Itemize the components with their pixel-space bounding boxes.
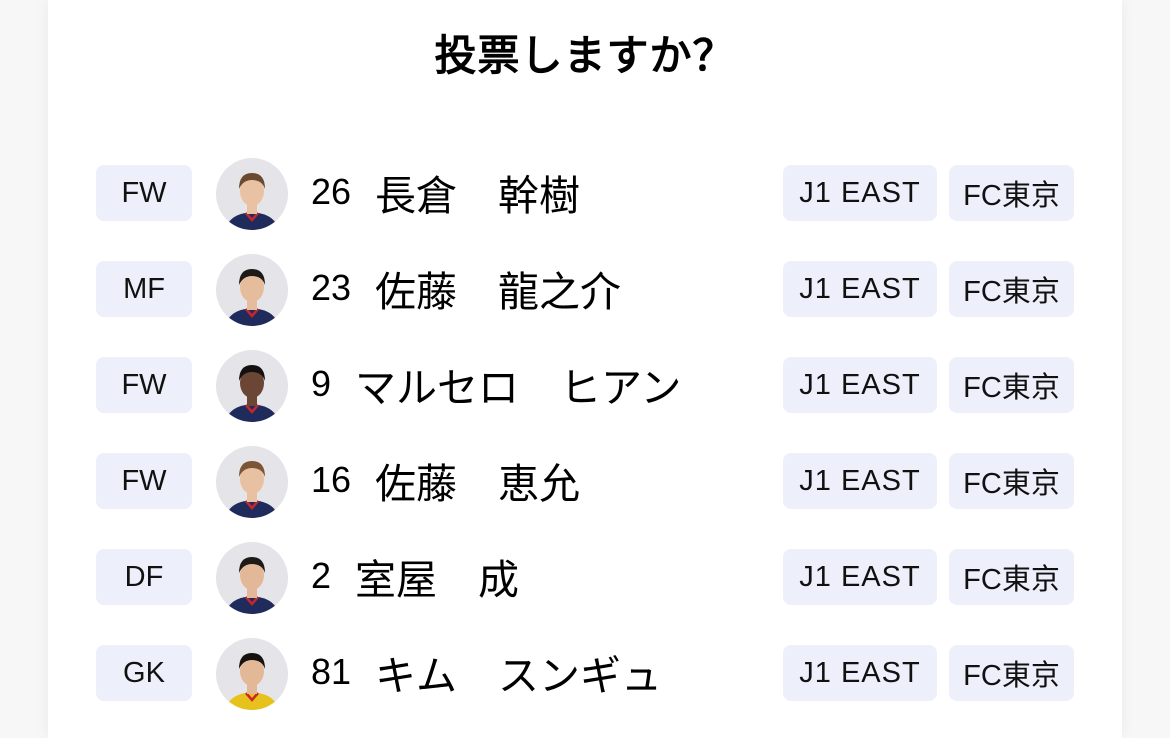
position-badge: MF bbox=[96, 261, 192, 317]
player-name-block: 16 佐藤 恵允 bbox=[311, 448, 580, 512]
player-portrait-icon bbox=[226, 173, 278, 230]
league-badge: J1 EAST bbox=[783, 645, 937, 701]
player-name: 佐藤 龍之介 bbox=[375, 268, 622, 316]
player-number: 81 bbox=[311, 651, 352, 692]
league-badge: J1 EAST bbox=[783, 549, 937, 605]
player-portrait-icon bbox=[226, 653, 278, 710]
player-row[interactable]: FW 26 長倉 幹樹 J1 EAST FC東京 bbox=[48, 144, 1122, 240]
club-badge: FC東京 bbox=[949, 261, 1074, 317]
player-list: FW 26 長倉 幹樹 J1 EAST FC東京 MF 23 佐藤 龍之介 J1… bbox=[48, 144, 1122, 720]
player-avatar bbox=[216, 254, 288, 326]
player-name: キム スンギュ bbox=[375, 652, 663, 700]
position-badge: DF bbox=[96, 549, 192, 605]
league-badge: J1 EAST bbox=[783, 261, 937, 317]
player-name-block: 81 キム スンギュ bbox=[311, 640, 662, 704]
league-badge: J1 EAST bbox=[783, 165, 937, 221]
player-avatar bbox=[216, 446, 288, 518]
player-name: マルセロ ヒアン bbox=[355, 364, 682, 412]
player-row[interactable]: DF 2 室屋 成 J1 EAST FC東京 bbox=[48, 528, 1122, 624]
player-portrait-icon bbox=[226, 557, 278, 614]
club-badge: FC東京 bbox=[949, 165, 1074, 221]
player-avatar bbox=[216, 638, 288, 710]
position-badge: FW bbox=[96, 453, 192, 509]
club-badge: FC東京 bbox=[949, 549, 1074, 605]
player-name-block: 9 マルセロ ヒアン bbox=[311, 352, 681, 416]
player-name-block: 23 佐藤 龍之介 bbox=[311, 256, 621, 320]
player-number: 23 bbox=[311, 267, 352, 308]
league-badge: J1 EAST bbox=[783, 453, 937, 509]
position-badge: FW bbox=[96, 165, 192, 221]
player-avatar bbox=[216, 158, 288, 230]
player-portrait-icon bbox=[226, 461, 278, 518]
player-row[interactable]: FW 9 マルセロ ヒアン J1 EAST FC東京 bbox=[48, 336, 1122, 432]
player-name: 佐藤 恵允 bbox=[375, 460, 581, 508]
club-badge: FC東京 bbox=[949, 453, 1074, 509]
player-row[interactable]: MF 23 佐藤 龍之介 J1 EAST FC東京 bbox=[48, 240, 1122, 336]
player-name-block: 26 長倉 幹樹 bbox=[311, 160, 580, 224]
player-portrait-icon bbox=[226, 365, 278, 422]
club-badge: FC東京 bbox=[949, 357, 1074, 413]
player-avatar bbox=[216, 350, 288, 422]
player-row[interactable]: GK 81 キム スンギュ J1 EAST FC東京 bbox=[48, 624, 1122, 720]
vote-card: 投票しますか？ FW 26 長倉 幹樹 J1 EAST FC東京 MF 23 佐… bbox=[48, 0, 1122, 738]
player-name: 長倉 幹樹 bbox=[375, 172, 581, 220]
player-avatar bbox=[216, 542, 288, 614]
player-number: 9 bbox=[311, 363, 332, 404]
player-portrait-icon bbox=[226, 269, 278, 326]
page-title: 投票しますか？ bbox=[434, 31, 736, 80]
player-row[interactable]: FW 16 佐藤 恵允 J1 EAST FC東京 bbox=[48, 432, 1122, 528]
player-name: 室屋 成 bbox=[355, 556, 520, 604]
position-badge: GK bbox=[96, 645, 192, 701]
player-name-block: 2 室屋 成 bbox=[311, 544, 519, 608]
position-badge: FW bbox=[96, 357, 192, 413]
player-number: 26 bbox=[311, 171, 352, 212]
player-number: 2 bbox=[311, 555, 332, 596]
player-number: 16 bbox=[311, 459, 352, 500]
club-badge: FC東京 bbox=[949, 645, 1074, 701]
league-badge: J1 EAST bbox=[783, 357, 937, 413]
